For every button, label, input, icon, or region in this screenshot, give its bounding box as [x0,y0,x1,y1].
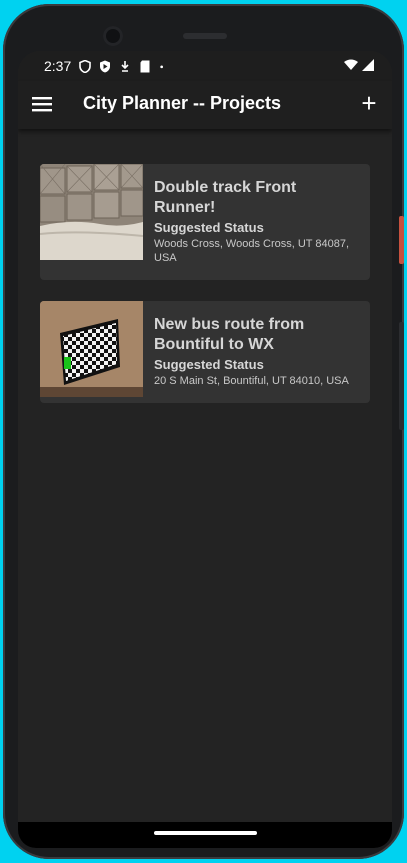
signal-icon [362,59,374,71]
phone-frame: 2:37 City Planner -- Projects + Double t… [3,4,404,859]
project-address: Woods Cross, Woods Cross, UT 84087, USA [154,238,350,264]
home-gesture-bar[interactable] [154,831,257,835]
project-status: Suggested Status [154,357,264,372]
project-status: Suggested Status [154,220,264,235]
wifi-icon [344,59,358,70]
earpiece-speaker [183,33,227,39]
app-bar: City Planner -- Projects + [18,81,392,129]
dot-icon [160,65,164,68]
status-bar: 2:37 [18,51,392,81]
volume-button[interactable] [399,322,404,430]
project-card[interactable]: Double track Front Runner! Suggested Sta… [40,164,370,280]
add-project-button[interactable]: + [356,90,382,117]
play-store-icon [100,60,111,72]
padded-wall-photo [40,164,143,260]
project-card[interactable]: New bus route from Bountiful to WX Sugge… [40,301,370,403]
project-thumbnail [40,164,143,260]
download-icon [121,60,129,72]
page-title: City Planner -- Projects [83,93,282,113]
front-camera [103,26,123,46]
project-title: New bus route from Bountiful to WX [154,316,305,353]
project-title: Double track Front Runner! [154,179,297,216]
hamburger-menu-icon[interactable] [32,95,52,113]
sd-card-icon [140,60,150,72]
project-list: Double track Front Runner! Suggested Sta… [40,164,370,424]
project-address: 20 S Main St, Bountiful, UT 84010, USA [154,375,349,387]
status-time: 2:37 [44,58,72,74]
project-thumbnail [40,301,143,397]
app-screen: 2:37 City Planner -- Projects + Double t… [18,51,392,848]
shield-icon [79,59,92,73]
power-button[interactable] [399,216,404,264]
navigation-bar [18,822,392,848]
checkerboard-tv-photo [40,301,143,397]
